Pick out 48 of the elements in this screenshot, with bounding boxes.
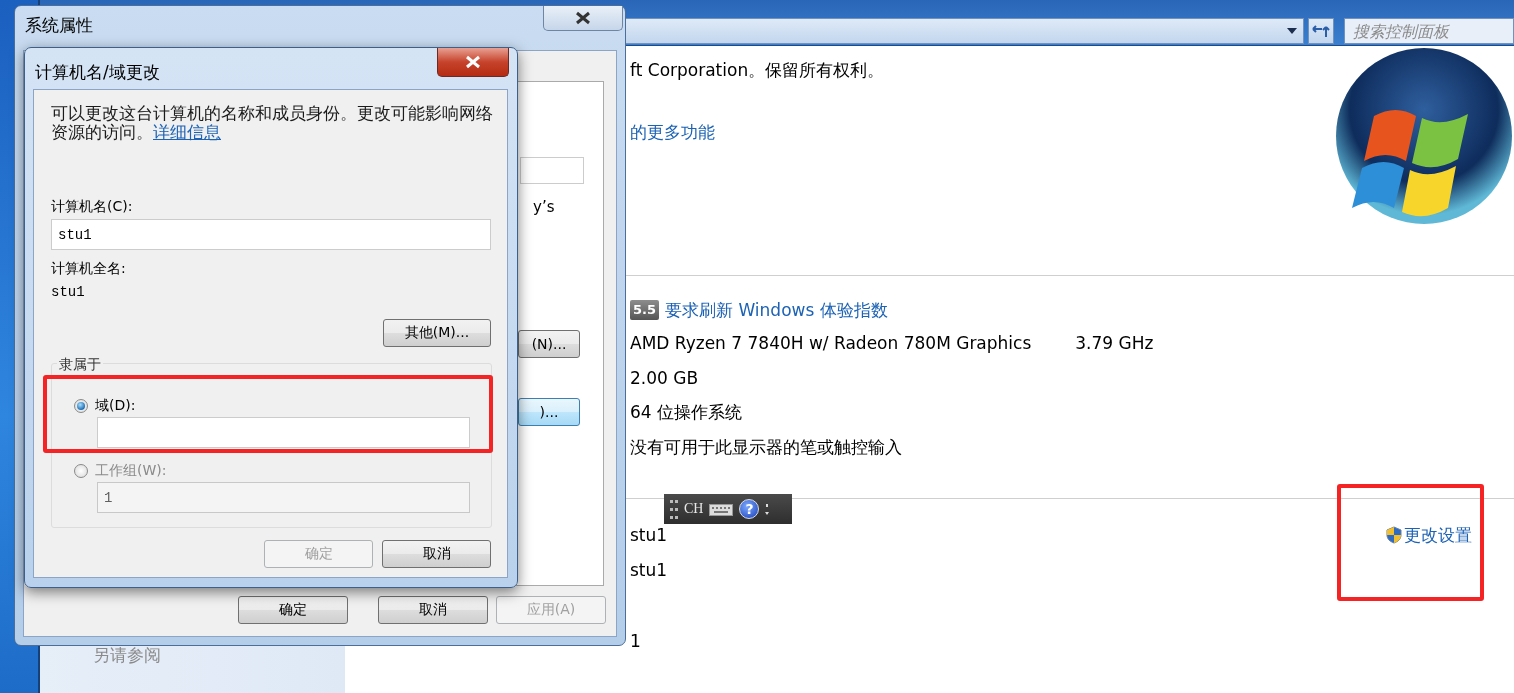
close-button[interactable] <box>543 6 623 31</box>
workgroup-value: 1 <box>630 631 641 651</box>
dialog-button[interactable]: )... <box>518 398 580 426</box>
system-info-value: 64 位操作系统 <box>630 402 743 422</box>
dialog-button[interactable]: 确定 <box>238 596 348 624</box>
change-settings-link[interactable]: 更改设置 <box>1404 525 1472 545</box>
close-button[interactable] <box>437 48 509 77</box>
refresh-button[interactable] <box>1308 18 1334 44</box>
features-link[interactable]: 的更多功能 <box>630 122 715 142</box>
copyright-text: ft Corporation。保留所有权利。 <box>630 60 885 80</box>
language-indicator[interactable]: CH <box>684 501 704 517</box>
full-name-value: stu1 <box>51 283 86 301</box>
dialog-button[interactable]: 取消 <box>382 540 491 568</box>
system-info-value: 2.00 GB <box>630 368 699 388</box>
group-label: 隶属于 <box>57 355 103 373</box>
window-title: 计算机名/域更改 <box>35 61 160 84</box>
refresh-icon <box>1311 22 1331 40</box>
label-text: y’s <box>533 198 556 216</box>
rating-badge: 5.5 <box>630 300 660 320</box>
radio-button[interactable] <box>74 399 88 413</box>
field-label: 计算机名(C): <box>51 197 134 215</box>
option-label: 工作组(W): <box>95 462 167 480</box>
name-field[interactable]: stu1 <box>51 219 491 250</box>
field-label: 计算机全名: <box>51 259 127 277</box>
options-icon <box>765 503 770 515</box>
dialog-button[interactable]: 取消 <box>378 596 488 624</box>
description-text: 可以更改这台计算机的名称和成员身份。更改可能影响网络资源的访问。详细信息 <box>51 104 494 142</box>
keyboard-icon <box>709 501 734 517</box>
close-icon <box>465 55 481 69</box>
refresh-rating-link[interactable]: 要求刷新 Windows 体验指数 <box>665 300 888 320</box>
system-info-value: 3.79 GHz <box>1075 333 1154 353</box>
computer-info-value: stu1 <box>630 525 668 545</box>
more-button[interactable]: 其他(M)... <box>383 319 491 347</box>
sidebar-heading: 另请参阅 <box>93 645 162 665</box>
system-info-value: AMD Ryzen 7 7840H w/ Radeon 780M Graphics <box>630 333 1032 353</box>
option-label: 域(D): <box>95 397 136 415</box>
dropdown-icon <box>1287 28 1297 34</box>
window-title: 系统属性 <box>25 14 93 37</box>
search-field[interactable]: 搜索控制面板 <box>1344 18 1514 44</box>
text-field[interactable] <box>97 417 470 448</box>
grip-icon <box>670 499 678 519</box>
text-field[interactable] <box>520 157 584 184</box>
close-icon <box>575 11 591 25</box>
computer-info-value: stu1 <box>630 560 668 580</box>
system-info-value: 没有可用于此显示器的笔或触控输入 <box>630 437 902 457</box>
details-link[interactable]: 详细信息 <box>153 123 221 142</box>
dialog-button[interactable]: (N)... <box>518 330 580 358</box>
shield-icon <box>1386 526 1402 544</box>
